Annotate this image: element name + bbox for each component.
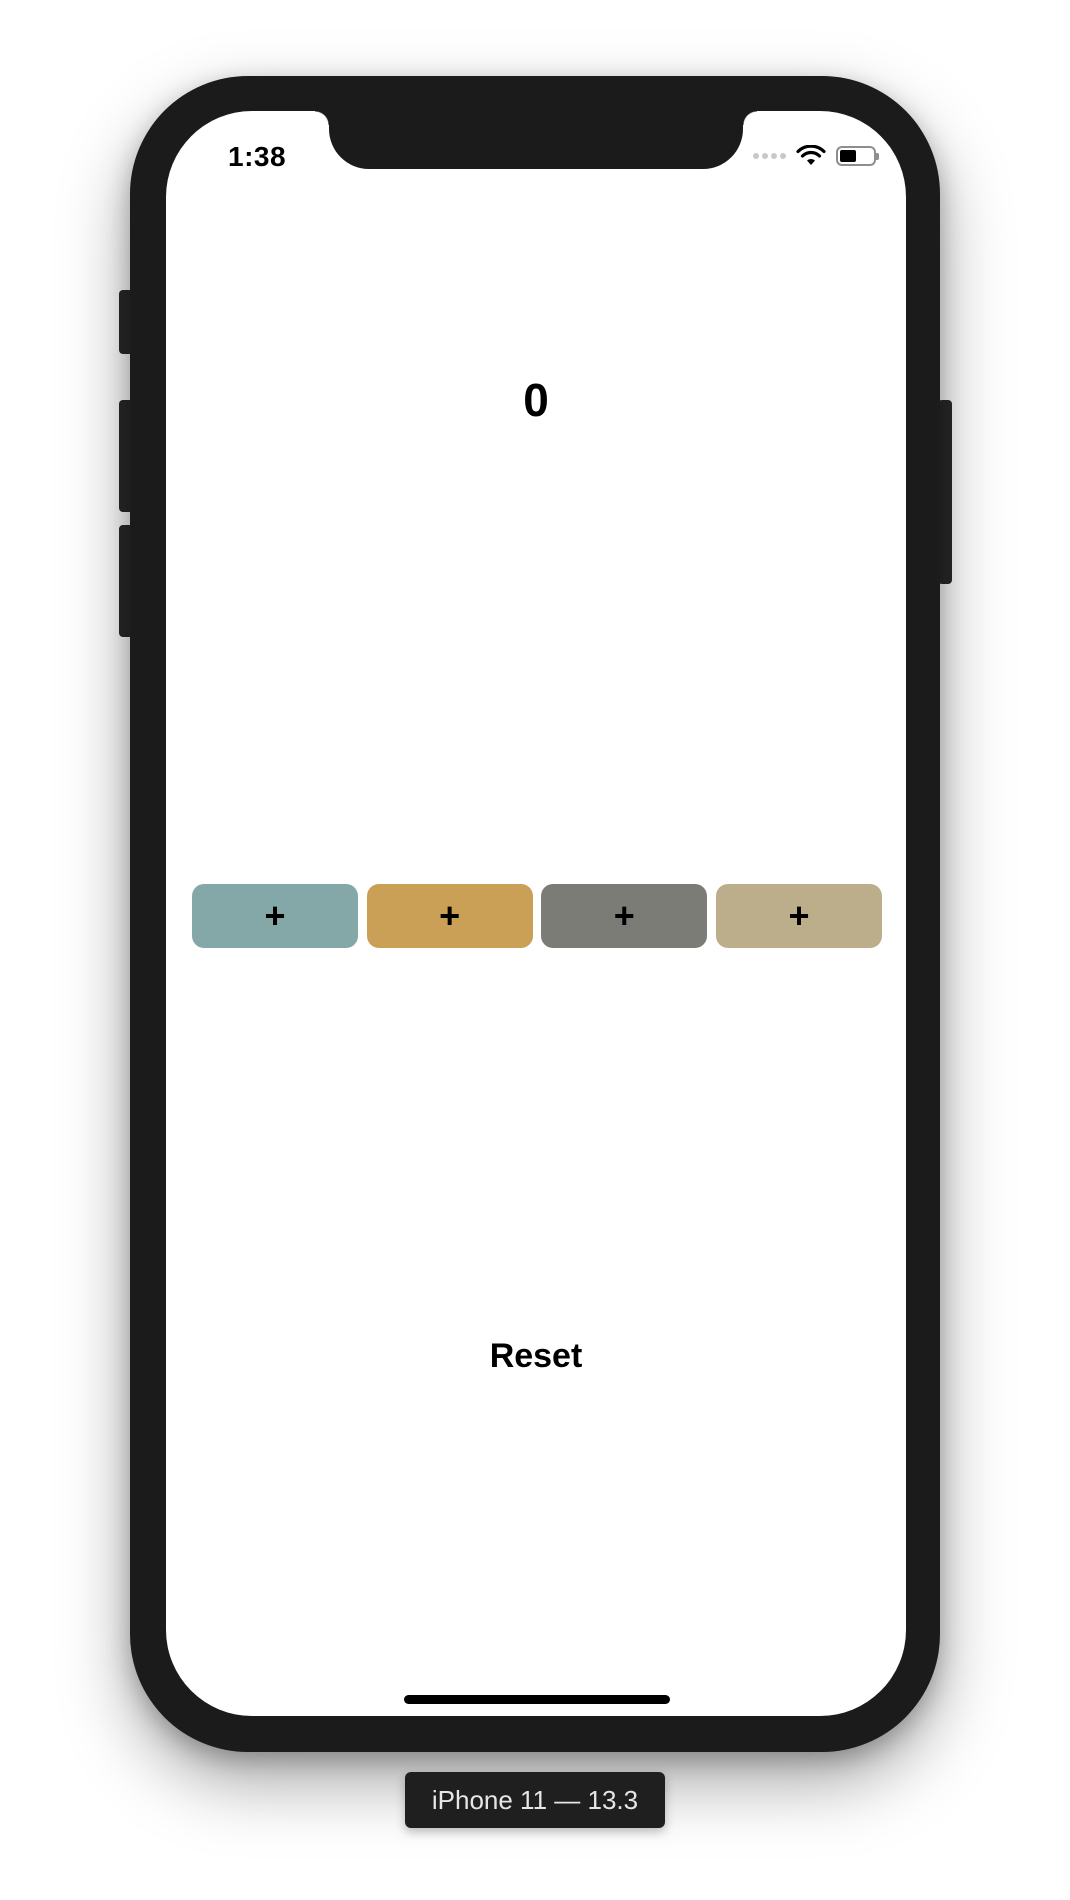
add-button-3[interactable]: + (541, 884, 708, 948)
device-screen: 1:38 0 + + + + Reset (166, 111, 906, 1716)
status-time: 1:38 (228, 141, 287, 172)
add-button-2[interactable]: + (366, 884, 533, 948)
counter-value: 0 (523, 374, 549, 426)
simulator-stage: 1:38 0 + + + + Reset iPhone 11 — 13.3 (0, 0, 1070, 1900)
wifi-icon (796, 145, 826, 165)
device-label: iPhone 11 — 13.3 (405, 1772, 665, 1828)
cellular-signal-icon (753, 153, 786, 159)
status-indicators (753, 145, 879, 167)
add-buttons-row: + + + + (192, 884, 882, 948)
home-indicator[interactable] (404, 1695, 670, 1704)
battery-level (840, 150, 856, 162)
notch (315, 111, 757, 169)
add-button-4[interactable]: + (715, 884, 882, 948)
reset-button[interactable]: Reset (166, 1337, 906, 1376)
battery-icon (836, 146, 879, 166)
add-button-1[interactable]: + (192, 884, 358, 948)
power-button (938, 400, 952, 584)
